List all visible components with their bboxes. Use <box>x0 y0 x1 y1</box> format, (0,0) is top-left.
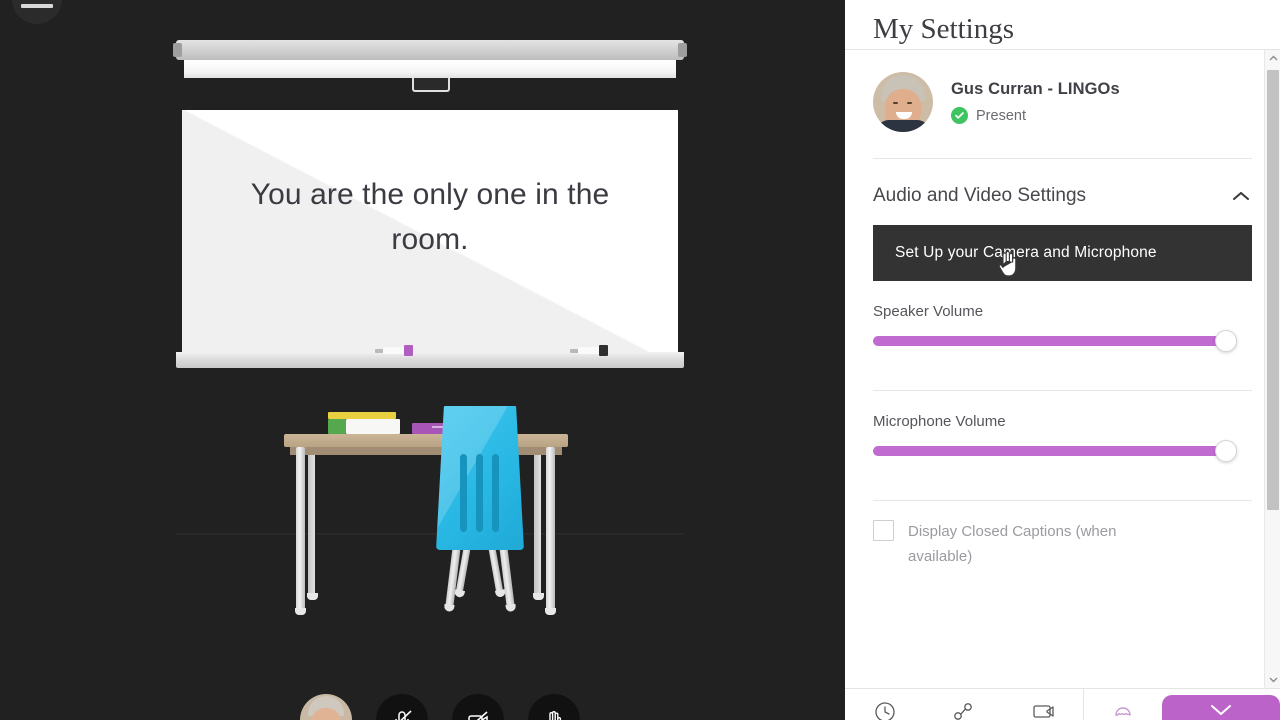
microphone-button[interactable] <box>376 694 428 720</box>
microphone-volume-fill <box>873 446 1226 456</box>
emoji-button[interactable] <box>1084 689 1162 720</box>
emoji-icon <box>1115 707 1131 717</box>
screen-share-button[interactable] <box>1004 689 1083 720</box>
history-button[interactable] <box>845 689 924 720</box>
speaker-volume-slider[interactable] <box>873 330 1237 352</box>
user-row: Gus Curran - LINGOs Present <box>845 50 1280 158</box>
menu-button[interactable] <box>12 0 62 24</box>
marker-cap <box>404 345 413 356</box>
status-text: Present <box>976 107 1026 124</box>
microphone-volume-label: Microphone Volume <box>873 413 1006 430</box>
panel-scrollbar[interactable] <box>1264 50 1280 688</box>
avatar-eye-left <box>893 102 898 104</box>
book-stack <box>328 412 400 434</box>
speaker-volume-knob[interactable] <box>1215 330 1237 352</box>
settings-panel: My Settings Gus Curran - LINGOs Present … <box>845 0 1280 720</box>
avatar-shirt <box>875 120 931 132</box>
speaker-volume-fill <box>873 336 1226 346</box>
projector-pull-handle <box>412 78 450 92</box>
projector-cap-left <box>173 43 182 57</box>
green-book <box>328 419 346 434</box>
section-title: Audio and Video Settings <box>873 185 1087 206</box>
closed-captions-label: Display Closed Captions (when available) <box>908 523 1117 565</box>
camera-off-icon <box>468 711 488 720</box>
projector-screen <box>173 40 687 92</box>
chevron-up-icon[interactable] <box>1230 185 1252 207</box>
chat-icon <box>1211 705 1231 715</box>
speaker-volume-block: Speaker Volume <box>845 281 1280 352</box>
raise-hand-button[interactable] <box>528 694 580 720</box>
stage-control-bar <box>300 694 580 720</box>
self-avatar[interactable] <box>300 694 352 720</box>
projector-case <box>176 40 684 60</box>
whiteboard: You are the only one in the room. <box>182 110 678 368</box>
speaker-volume-label: Speaker Volume <box>873 303 984 320</box>
marker-cap <box>599 345 608 356</box>
yellow-book <box>328 412 396 419</box>
camera-button[interactable] <box>452 694 504 720</box>
scroll-down-arrow[interactable] <box>1265 672 1280 688</box>
scroll-up-arrow[interactable] <box>1265 50 1280 66</box>
share-icon <box>954 703 973 720</box>
panel-scroll-area: Gus Curran - LINGOs Present Audio and Vi… <box>845 50 1280 688</box>
projector-fabric <box>184 60 676 78</box>
marker-body <box>578 347 600 354</box>
closed-captions-checkbox[interactable] <box>873 520 894 541</box>
desk-leg-front-right <box>545 447 556 615</box>
setup-camera-microphone-button[interactable]: Set Up your Camera and Microphone <box>873 225 1252 281</box>
user-info: Gus Curran - LINGOs Present <box>951 80 1120 124</box>
chat-button[interactable] <box>1162 695 1280 720</box>
panel-body: Gus Curran - LINGOs Present Audio and Vi… <box>845 50 1280 688</box>
panel-header: My Settings <box>845 0 1280 50</box>
chat-button-cell <box>1162 689 1280 720</box>
marker-body <box>383 347 405 354</box>
whiteboard-message: You are the only one in the room. <box>250 178 610 256</box>
audio-video-section-header[interactable]: Audio and Video Settings <box>845 159 1280 225</box>
avatar-eye-right <box>907 102 912 104</box>
setup-button-label: Set Up your Camera and Microphone <box>895 244 1157 261</box>
share-button[interactable] <box>924 689 1003 720</box>
user-name: Gus Curran - LINGOs <box>951 80 1120 98</box>
raise-hand-icon <box>549 711 562 720</box>
mic-muted-icon <box>395 710 412 720</box>
chair-slot <box>476 454 483 532</box>
meeting-stage: You are the only one in the room. <box>0 0 845 720</box>
microphone-volume-knob[interactable] <box>1215 440 1237 462</box>
desk-leg-front-left <box>295 447 306 615</box>
white-book <box>346 419 400 434</box>
status-badge: Present <box>951 107 1120 124</box>
closed-captions-row[interactable]: Display Closed Captions (when available) <box>845 501 1280 569</box>
desk-leg-back-right <box>533 447 544 600</box>
menu-icon <box>21 4 53 8</box>
check-circle-icon <box>951 107 968 124</box>
chair <box>428 406 532 613</box>
page-title: My Settings <box>873 13 1014 45</box>
panel-footer-toolbar <box>845 688 1280 720</box>
microphone-volume-slider[interactable] <box>873 440 1237 462</box>
history-icon <box>875 702 895 720</box>
avatar <box>873 72 933 132</box>
desk-leg-back-left <box>307 447 318 600</box>
screen-share-icon <box>1033 705 1054 718</box>
scrollbar-thumb[interactable] <box>1267 70 1279 510</box>
chair-slot <box>492 454 499 532</box>
chair-slot <box>460 454 467 532</box>
projector-cap-right <box>678 43 687 57</box>
microphone-volume-block: Microphone Volume <box>845 391 1280 462</box>
